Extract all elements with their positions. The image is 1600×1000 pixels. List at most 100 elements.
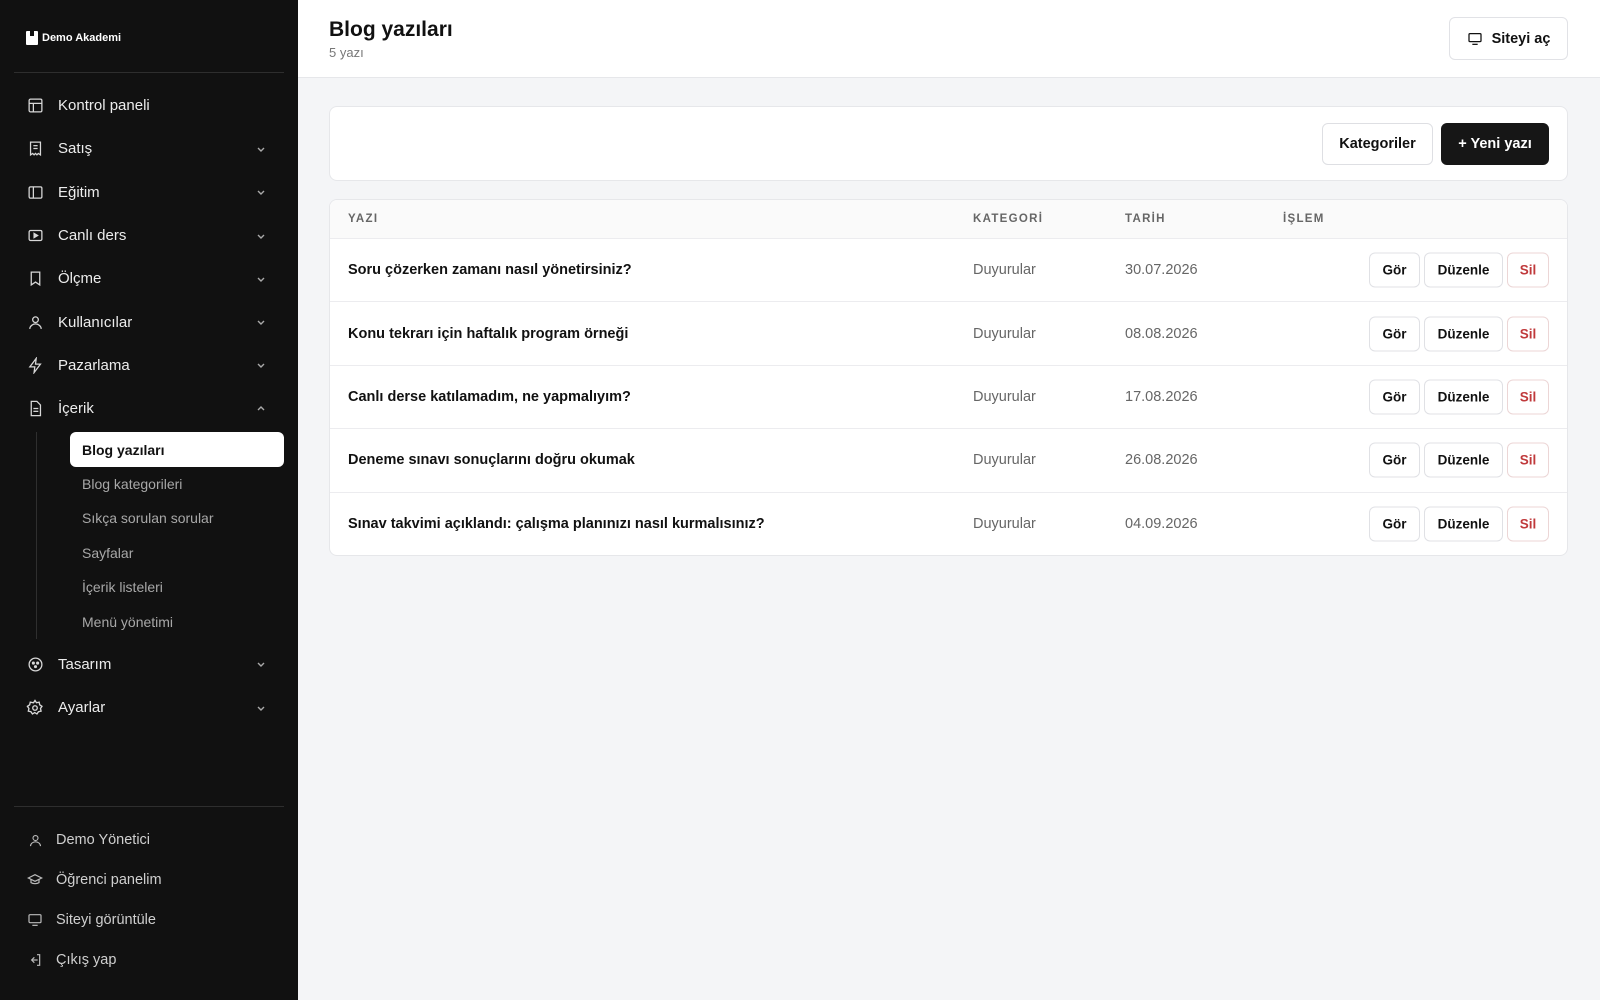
chevron-down-icon [257,363,265,369]
row-actions: Gör Düzenle Sil [1369,316,1549,352]
footer-item-ogrenci-panelim[interactable]: Öğrenci panelim [14,860,284,900]
post-date: 17.08.2026 [1125,388,1198,405]
post-date: 08.08.2026 [1125,325,1198,342]
footer-item-siteyi-goruntule[interactable]: Siteyi görüntüle [14,900,284,940]
submenu-item-label: Menü yönetimi [82,613,174,630]
row-actions: Gör Düzenle Sil [1369,442,1549,478]
column-header-tarih[interactable]: TARİH [1125,213,1166,225]
edit-button[interactable]: Düzenle [1424,252,1503,288]
post-title[interactable]: Sınav takvimi açıklandı: çalışma planını… [348,516,765,532]
chevron-down-icon [257,662,265,668]
open-site-label: Siteyi aç [1491,30,1551,47]
toolbar-card: Kategoriler + Yeni yazı [329,106,1568,181]
edit-button[interactable]: Düzenle [1424,442,1503,478]
footer-item-label: Demo Yönetici [56,832,151,848]
page-title: Blog yazıları [329,18,453,41]
sidebar-item-icerik[interactable]: İçerik [14,387,284,430]
edit-button[interactable]: Düzenle [1424,316,1503,352]
table-header: YAZI KATEGORİ TARİH İŞLEM [330,200,1567,239]
delete-button[interactable]: Sil [1507,316,1549,352]
chevron-down-icon [257,706,265,711]
post-title[interactable]: Soru çözerken zamanı nasıl yönetirsiniz? [348,262,632,278]
row-actions: Gör Düzenle Sil [1369,252,1549,288]
brand-name: Demo Akademi [42,32,122,44]
post-date: 30.07.2026 [1125,262,1198,279]
sidebar-item-egitim[interactable]: Eğitim [14,171,284,214]
submenu-item-blog-kategorileri[interactable]: Blog kategorileri [70,467,284,501]
post-date: 26.08.2026 [1125,452,1198,469]
delete-button[interactable]: Sil [1507,506,1549,542]
chevron-down-icon [257,190,265,196]
submenu-item-sss[interactable]: Sıkça sorulan sorular [70,501,284,535]
sidebar-item-satis[interactable]: Satış [14,127,284,170]
submenu-item-label: Sayfalar [82,544,134,561]
sidebar-item-pazarlama[interactable]: Pazarlama [14,344,284,387]
table-row: Konu tekrarı için haftalık program örneğ… [330,302,1567,366]
sidebar-item-label: İçerik [58,400,94,418]
submenu-item-label: Blog kategorileri [82,475,183,492]
sidebar-item-label: Kontrol paneli [58,97,150,115]
open-site-button[interactable]: Siteyi aç [1449,17,1568,60]
sidebar-item-label: Pazarlama [58,356,130,374]
delete-button[interactable]: Sil [1507,252,1549,288]
sidebar-item-olcme[interactable]: Ölçme [14,257,284,300]
footer-item-label: Siteyi görüntüle [56,912,156,928]
sidebar-item-kullanicilar[interactable]: Kullanıcılar [14,300,284,343]
book-panel-icon [26,183,44,201]
sidebar-item-kontrol-paneli[interactable]: Kontrol paneli [14,84,284,127]
sidebar-item-label: Kullanıcılar [58,313,133,331]
post-category: Duyurular [973,452,1036,469]
categories-button[interactable]: Kategoriler [1322,123,1433,165]
post-title[interactable]: Konu tekrarı için haftalık program örneğ… [348,326,628,342]
monitor-icon [1467,32,1482,45]
column-header-yazi[interactable]: YAZI [348,213,378,225]
chevron-up-icon [257,405,265,411]
sidebar-item-label: Canlı ders [58,227,127,245]
submenu-item-icerik-listeleri[interactable]: İçerik listeleri [70,570,284,604]
brand[interactable]: Demo Akademi [26,31,121,45]
delete-button[interactable]: Sil [1507,379,1549,415]
post-title[interactable]: Deneme sınavı sonuçlarını doğru okumak [348,452,635,468]
view-button[interactable]: Gör [1369,506,1420,542]
view-button[interactable]: Gör [1369,316,1420,352]
footer-item-label: Çıkış yap [56,952,117,968]
page-header: Blog yazıları 5 yazı Siteyi aç [298,0,1600,78]
delete-button[interactable]: Sil [1507,442,1549,478]
row-actions: Gör Düzenle Sil [1369,379,1549,415]
post-category: Duyurular [973,262,1036,279]
sidebar-item-ayarlar[interactable]: Ayarlar [14,686,284,729]
new-post-button[interactable]: + Yeni yazı [1441,123,1549,165]
sidebar-item-canli-ders[interactable]: Canlı ders [14,214,284,257]
user-icon [26,831,44,849]
submenu-item-blog-yazilari[interactable]: Blog yazıları [70,432,284,467]
view-button[interactable]: Gör [1369,442,1420,478]
sidebar-item-label: Eğitim [58,183,100,201]
chevron-down-icon [257,277,265,282]
submenu-item-menu-yonetimi[interactable]: Menü yönetimi [70,604,284,638]
sidebar-footer-divider [14,806,284,807]
submenu-item-sayfalar[interactable]: Sayfalar [70,536,284,570]
sidebar-item-label: Tasarım [58,655,112,673]
view-button[interactable]: Gör [1369,379,1420,415]
sidebar-nav: Kontrol paneli Satış Eğitim Canlı ders Ö… [14,84,284,729]
row-actions: Gör Düzenle Sil [1369,506,1549,542]
sidebar: Demo Akademi Kontrol paneli Satış Eğitim… [0,0,298,1000]
post-category: Duyurular [973,388,1036,405]
post-title[interactable]: Canlı derse katılamadım, ne yapmalıyım? [348,389,631,405]
column-header-kategori[interactable]: KATEGORİ [973,213,1043,225]
sidebar-footer: Demo Yönetici Öğrenci panelim Siteyi gör… [14,820,284,980]
gear-icon [26,698,44,717]
sidebar-item-tasarim[interactable]: Tasarım [14,643,284,686]
edit-button[interactable]: Düzenle [1424,506,1503,542]
layout-icon [26,97,44,115]
view-button[interactable]: Gör [1369,252,1420,288]
footer-item-cikis-yap[interactable]: Çıkış yap [14,940,284,980]
footer-item-demo-yonetici[interactable]: Demo Yönetici [14,820,284,860]
document-icon [26,400,44,418]
graduation-cap-icon [26,871,44,889]
sidebar-item-label: Ölçme [58,270,102,288]
edit-button[interactable]: Düzenle [1424,379,1503,415]
chevron-down-icon [257,320,265,326]
submenu-item-label: Sıkça sorulan sorular [82,510,214,527]
posts-table: YAZI KATEGORİ TARİH İŞLEM Soru çözerken … [329,199,1568,556]
